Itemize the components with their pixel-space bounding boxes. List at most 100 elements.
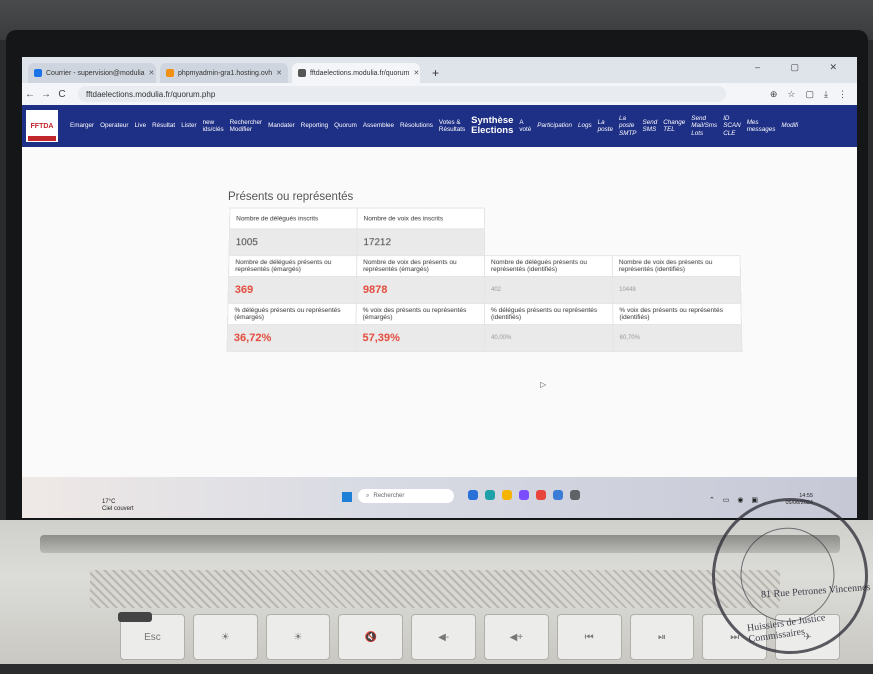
empty-cell — [485, 208, 612, 229]
table-row: 1005 17212 — [228, 228, 740, 256]
browser-tab[interactable]: Courrier - supervision@modulia ✕ — [28, 63, 156, 83]
keyboard-key: ◀+ — [483, 614, 549, 660]
table-row: 369 9878 402 10448 — [228, 276, 741, 304]
keyboard-key: ☀ — [192, 614, 258, 660]
system-tray-icons[interactable]: ⌃ ▭ ◉ ▣ — [709, 496, 761, 504]
tab-favicon-icon — [298, 69, 306, 77]
taskbar-app-icon[interactable] — [468, 490, 478, 500]
value-voix-inscrits: 17212 — [356, 228, 485, 256]
browser-tab[interactable]: phpmyadmin-gra1.hosting.ovh ✕ — [160, 63, 288, 83]
value-pct-delegues-emarges: 36,72% — [227, 324, 357, 352]
browser-toolbar-icon[interactable]: ⋮ — [838, 89, 847, 100]
header-pct-voix-identifies: % voix des présents ou représentés (iden… — [612, 303, 742, 325]
value-pct-delegues-identifies: 40,00% — [484, 324, 614, 352]
nav-resolutions[interactable]: Résolutions — [400, 122, 433, 130]
nav-lister[interactable]: Lister — [181, 122, 196, 130]
nav-a-vote[interactable]: A voté — [519, 119, 531, 134]
forward-icon[interactable]: → — [38, 89, 54, 100]
taskbar-app-icon[interactable] — [553, 490, 563, 500]
nav-logs[interactable]: Logs — [578, 122, 592, 130]
nav-emarger[interactable]: Emarger — [70, 122, 94, 130]
header-pct-delegues-identifies: % délégués présents ou représentés (iden… — [484, 303, 613, 325]
browser-tab-bar: Courrier - supervision@modulia ✕ phpmyadmi… — [22, 57, 857, 83]
browser-tab[interactable]: fftdaelections.modulia.fr/quorum ✕ — [292, 63, 420, 83]
taskbar: 17°C Ciel couvert ⌕ Rechercher ⌃ ▭ ◉ ▣ 1… — [22, 477, 857, 518]
nav-la-poste[interactable]: La poste — [598, 119, 613, 134]
keyboard-key: ◀- — [411, 614, 476, 660]
header-voix-emarges: Nombre de voix des présents ou représent… — [356, 255, 485, 277]
url-field[interactable]: fftdaelections.modulia.fr/quorum.php — [78, 86, 726, 102]
nav-resultat[interactable]: Résultat — [152, 122, 175, 130]
screen: Courrier - supervision@modulia ✕ phpmyadmi… — [22, 57, 857, 518]
keyboard-key: ☀ — [265, 614, 331, 660]
header-pct-voix-emarges: % voix des présents ou représentés (émar… — [356, 303, 485, 325]
header-pct-delegues-emarges: % délégués présents ou représentés (émar… — [227, 303, 357, 325]
keyboard-key: 🔇 — [338, 614, 404, 660]
table-row: Nombre de délégués inscrits Nombre de vo… — [229, 208, 740, 229]
taskbar-app-icon[interactable] — [485, 490, 495, 500]
nav-synthese[interactable]: Synthèse Elections — [471, 116, 513, 136]
search-placeholder: Rechercher — [373, 493, 405, 499]
taskbar-apps — [468, 490, 580, 500]
nav-change-tel[interactable]: Change TEL — [663, 119, 685, 134]
logo-text: FFTDA — [30, 122, 54, 130]
window-controls[interactable]: – ▢ ✕ — [755, 62, 851, 73]
windows-start-icon[interactable] — [342, 492, 352, 502]
weather-widget[interactable]: 17°C Ciel couvert — [102, 499, 134, 513]
header-presents-emarges: Nombre de délégués présents ou représent… — [228, 255, 357, 277]
browser-toolbar-icon[interactable]: ▢ — [806, 89, 815, 100]
reload-icon[interactable]: C — [54, 89, 70, 100]
keyboard-key: ⏮ — [556, 614, 622, 660]
tab-favicon-icon — [34, 69, 42, 77]
fftda-logo[interactable]: FFTDA — [26, 110, 58, 142]
browser-toolbar-icons: ⊕ ☆ ▢ ⤓ ⋮ — [770, 89, 847, 100]
value-voix-emarges: 9878 — [356, 276, 485, 304]
table-row: % délégués présents ou représentés (émar… — [227, 303, 742, 325]
browser-toolbar-icon[interactable]: ☆ — [787, 89, 795, 100]
new-tab-button[interactable]: + — [424, 63, 447, 83]
nav-modifier[interactable]: Modifi — [781, 122, 798, 130]
nav-quorum[interactable]: Quorum — [334, 122, 357, 130]
nav-reporting[interactable]: Reporting — [301, 122, 328, 130]
nav-mes-messages[interactable]: Mes messages — [747, 119, 776, 134]
header-presents-identifies: Nombre de délégués présents ou représent… — [484, 255, 613, 277]
nav-new-ids[interactable]: new ids/clés — [203, 119, 224, 134]
value-presents-identifies: 402 — [484, 276, 613, 304]
taskbar-app-icon[interactable] — [519, 490, 529, 500]
taskbar-app-icon[interactable] — [502, 490, 512, 500]
power-key — [118, 612, 152, 622]
taskbar-search[interactable]: ⌕ Rechercher — [358, 489, 454, 503]
mouse-cursor-icon: ▷ — [540, 380, 547, 389]
close-icon[interactable]: ✕ — [276, 69, 282, 77]
nav-send-mail[interactable]: Send Mail/Sms Lots — [691, 115, 717, 138]
nav-rechercher[interactable]: Rechercher Modifier — [230, 119, 263, 134]
close-icon[interactable]: ✕ — [149, 69, 155, 77]
nav-operateur[interactable]: Operateur — [100, 122, 128, 130]
nav-mandater[interactable]: Mandater — [268, 122, 295, 130]
taskbar-app-icon[interactable] — [536, 490, 546, 500]
nav-assemblee[interactable]: Assemblee — [363, 122, 394, 130]
nav-live[interactable]: Live — [135, 122, 147, 130]
close-icon[interactable]: ✕ — [413, 69, 419, 77]
back-icon[interactable]: ← — [22, 89, 38, 100]
browser-toolbar-icon[interactable]: ⤓ — [824, 89, 828, 100]
search-icon: ⌕ — [366, 492, 370, 499]
value-inscrits: 1005 — [228, 228, 358, 256]
browser-toolbar-icon[interactable]: ⊕ — [770, 89, 778, 100]
empty-cell — [612, 229, 740, 256]
tab-label: fftdaelections.modulia.fr/quorum — [310, 69, 410, 77]
header-voix-identifies: Nombre de voix des présents ou représent… — [612, 255, 741, 277]
taskbar-app-icon[interactable] — [570, 490, 580, 500]
nav-votes[interactable]: Votes & Résultats — [439, 119, 465, 134]
app-navbar: FFTDA Emarger Operateur Live Résultat Lister… — [22, 105, 857, 147]
table-row: Nombre de délégués présents ou représent… — [228, 255, 741, 277]
weather-desc: Ciel couvert — [102, 506, 134, 512]
nav-participation[interactable]: Participation — [537, 122, 572, 130]
nav-la-poste-smtp[interactable]: La poste SMTP — [619, 115, 637, 138]
page-title: Présents ou représentés — [228, 191, 354, 203]
nav-send-sms[interactable]: Send SMS — [643, 119, 658, 134]
nav-id-scan[interactable]: ID SCAN CLE — [723, 115, 741, 138]
quorum-table: Nombre de délégués inscrits Nombre de vo… — [227, 208, 743, 353]
tab-label: phpmyadmin-gra1.hosting.ovh — [178, 69, 273, 77]
value-pct-voix-emarges: 57,39% — [355, 324, 485, 352]
